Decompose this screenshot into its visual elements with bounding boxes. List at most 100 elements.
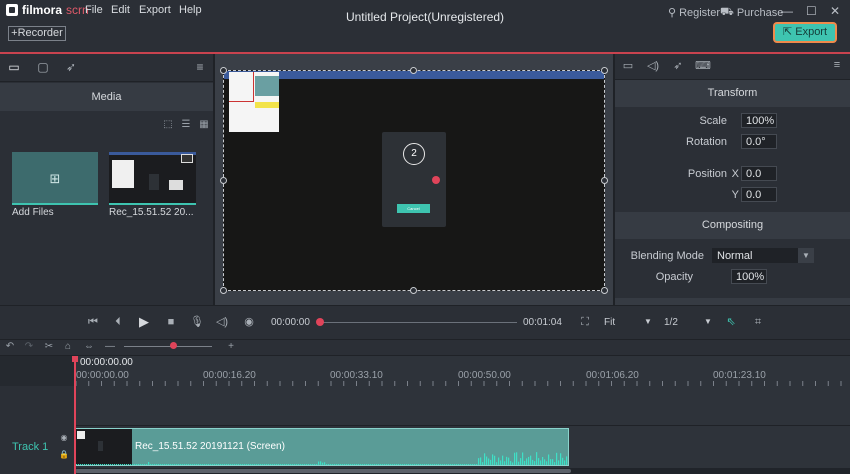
keyboard-tab-icon[interactable]: ⌨ [695, 59, 711, 73]
waveform-bar [280, 464, 282, 465]
volume-icon[interactable]: ◁) [215, 315, 229, 329]
waveform-bar [324, 462, 326, 465]
waveform-bar [84, 464, 86, 465]
waveform-bar [520, 458, 522, 465]
resize-handle-l[interactable] [220, 177, 227, 184]
waveform-bar [564, 460, 566, 465]
zoom-in-icon[interactable]: + [224, 340, 238, 354]
snapshot-icon[interactable]: ◉ [242, 315, 256, 329]
waveform-bar [400, 464, 402, 465]
eye-icon[interactable]: ◉ [59, 433, 69, 443]
resize-handle-bl[interactable] [220, 287, 227, 294]
recording-thumbnail[interactable] [109, 152, 196, 205]
waveform-bar [366, 464, 368, 465]
scale-input[interactable]: 100% [741, 113, 777, 128]
waveform-bar [108, 464, 110, 465]
microphone-icon[interactable]: 🎙 [190, 315, 204, 329]
undo-icon[interactable]: ↶ [3, 340, 17, 354]
waveform-bar [496, 462, 498, 465]
play-icon[interactable]: ▶ [137, 315, 151, 329]
fullscreen-icon[interactable]: ⛶ [578, 315, 592, 329]
cut-icon[interactable]: ✂ [42, 340, 56, 354]
position-y-input[interactable]: 0.0 [741, 187, 777, 202]
waveform-bar [258, 464, 260, 465]
text-tab-icon[interactable]: ▢ [35, 60, 51, 74]
waveform-bar [214, 464, 216, 465]
playhead[interactable] [74, 356, 76, 474]
ratio-value: 1/2 [664, 317, 678, 328]
ratio-select[interactable]: 1/2 ▼ [664, 317, 714, 328]
zoom-slider[interactable] [124, 346, 212, 347]
position-x-input[interactable]: 0.0 [741, 166, 777, 181]
opacity-input[interactable]: 100% [731, 269, 767, 284]
waveform-bar [254, 464, 256, 465]
grid-view-icon[interactable]: ▦ [198, 119, 210, 131]
waveform-bar [460, 464, 462, 465]
scrub-bar[interactable] [321, 322, 517, 323]
media-menu-icon[interactable]: ≡ [192, 60, 208, 74]
step-back-icon[interactable]: ⏴ [111, 315, 125, 329]
waveform-bar [416, 464, 418, 465]
crop-icon[interactable]: ⌗ [751, 315, 765, 329]
chevron-down-icon[interactable]: ▼ [798, 248, 814, 263]
resize-handle-tl[interactable] [220, 67, 227, 74]
skip-back-icon[interactable]: ⏮ [86, 315, 100, 329]
empty-track[interactable] [0, 386, 850, 426]
video-tab-icon[interactable]: ▭ [620, 59, 636, 73]
waveform-bar [452, 464, 454, 465]
waveform-bar [228, 464, 230, 465]
recorder-button[interactable]: +Recorder [8, 26, 66, 41]
menu-edit[interactable]: Edit [111, 4, 130, 16]
blending-mode-select[interactable]: Normal [712, 248, 798, 263]
lock-icon[interactable]: ⌂ [61, 340, 75, 354]
maximize-button[interactable]: ☐ [806, 4, 817, 18]
menu-export[interactable]: Export [139, 4, 171, 16]
list-view-icon[interactable]: ☰ [180, 119, 192, 131]
zoom-handle[interactable] [170, 342, 177, 349]
close-button[interactable]: ✕ [830, 4, 840, 18]
import-icon[interactable]: ⬚ [162, 119, 174, 131]
waveform-bar [208, 464, 210, 465]
resize-handle-br[interactable] [601, 287, 608, 294]
resize-handle-r[interactable] [601, 177, 608, 184]
export-button[interactable]: ⇱ Export [774, 23, 836, 42]
waveform-bar [468, 464, 470, 465]
menu-file[interactable]: File [85, 4, 103, 16]
redo-icon[interactable]: ↷ [22, 340, 36, 354]
zoom-out-icon[interactable]: — [103, 340, 117, 354]
audio-tab-icon[interactable]: ◁) [645, 59, 661, 73]
waveform-bar [490, 459, 492, 465]
fit-value: Fit [604, 317, 616, 328]
props-menu-icon[interactable]: ≡ [829, 59, 845, 73]
dialog-cancel-button[interactable]: Cancel [397, 204, 430, 213]
pointer-tool-icon[interactable]: ⇖ [724, 315, 738, 329]
waveform-bar [558, 460, 560, 465]
timeline-scroll-thumb[interactable] [75, 469, 571, 473]
opacity-label: Opacity [655, 271, 693, 283]
track-lock-icon[interactable]: 🔒 [59, 450, 69, 460]
rotation-input[interactable]: 0.0° [741, 134, 777, 149]
stop-icon[interactable]: ■ [164, 315, 178, 329]
media-tab-icon[interactable]: ▭ [6, 60, 22, 74]
resize-handle-tr[interactable] [601, 67, 608, 74]
resize-handle-b[interactable] [410, 287, 417, 294]
minimize-button[interactable]: — [781, 4, 793, 18]
add-files-label: Add Files [12, 207, 54, 218]
cursor-tab-icon[interactable]: ➶ [63, 60, 79, 74]
waveform-bar [382, 464, 384, 465]
purchase-link[interactable]: ⛟ Purchase [720, 6, 783, 20]
track-1-label: Track 1 [12, 441, 49, 453]
waveform-bar [458, 464, 460, 465]
register-link[interactable]: ⚲ Register [668, 6, 720, 20]
scrub-handle[interactable] [316, 318, 324, 326]
waveform-bar [200, 464, 202, 465]
fit-select[interactable]: Fit ▼ [604, 317, 654, 328]
waveform-bar [112, 464, 114, 465]
waveform-bar [240, 464, 242, 465]
fit-timeline-icon[interactable]: ⇔ [82, 340, 96, 354]
cursor-props-tab-icon[interactable]: ➶ [670, 59, 686, 73]
resize-handle-t[interactable] [410, 67, 417, 74]
waveform-bar [178, 464, 180, 465]
waveform-bar [236, 464, 238, 465]
menu-help[interactable]: Help [179, 4, 202, 16]
